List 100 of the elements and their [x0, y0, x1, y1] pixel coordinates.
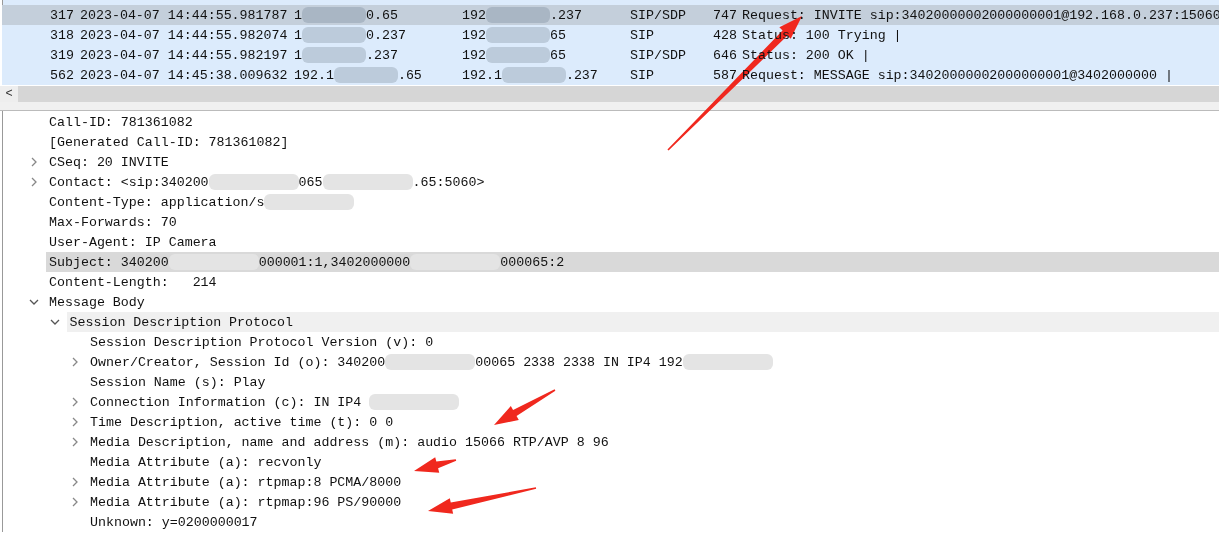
packet-info: Request: MESSAGE sip:34020000002000000001@3402000000 |	[741, 67, 1173, 83]
field-text: Owner/Creator, Session Id (o): 340200	[90, 354, 386, 370]
packet-time: 2023-04-07 14:44:55.982074	[80, 27, 288, 43]
address-text: 0.237	[366, 27, 406, 43]
tree-row[interactable]: Media Attribute (a): rtpmap:96 PS/90000	[87, 492, 1219, 512]
chevron-icon[interactable]	[70, 357, 80, 367]
tree-row[interactable]: Call-ID: 781361082	[46, 112, 1219, 132]
tree-row[interactable]: Media Description, name and address (m): audio 15066 RTP/AVP 8 96	[87, 432, 1219, 452]
packet-time: 2023-04-07 14:44:55.981787	[80, 7, 288, 23]
field-text: Time Description, active time (t): 0 0	[90, 414, 394, 430]
chevron-icon[interactable]	[49, 317, 60, 327]
address-text: 192	[462, 27, 486, 43]
field-text: CSeq: 20 INVITE	[49, 154, 169, 170]
tree-row[interactable]: Session Name (s): Play	[87, 372, 1219, 392]
tree-row[interactable]: [Generated Call-ID: 781361082]	[46, 132, 1219, 152]
field-text: User-Agent: IP Camera	[49, 234, 217, 250]
chevron-icon[interactable]	[70, 477, 80, 487]
tree-row[interactable]: Owner/Creator, Session Id (o): 340200 00065 2338 2338 IN IP4 192	[87, 352, 1219, 372]
address-text: 192	[462, 7, 486, 23]
tree-row[interactable]: Content-Length: 214	[46, 272, 1219, 292]
packet-length: 646	[712, 47, 737, 63]
field-text: Message Body	[49, 294, 145, 310]
address-text: .237	[366, 47, 398, 63]
field-text: .65:5060>	[412, 174, 485, 190]
packet-time: 2023-04-07 14:45:38.009632	[80, 67, 288, 83]
packet-length: 428	[712, 27, 737, 43]
chevron-icon[interactable]	[29, 177, 39, 187]
address-text: 65	[549, 27, 566, 43]
chevron-icon[interactable]	[70, 497, 80, 507]
field-text: Call-ID: 781361082	[49, 114, 193, 130]
packet-length: 587	[712, 67, 737, 83]
field-text: Unknown: y=0200000017	[90, 514, 258, 530]
blurred-text	[485, 47, 550, 63]
packet-number: 318	[49, 27, 74, 43]
field-text: 000065:2	[500, 254, 565, 270]
field-text: Content-Type: application/s	[49, 194, 265, 210]
tree-row[interactable]: Media Attribute (a): recvonly	[87, 452, 1219, 472]
address-text: .237	[549, 7, 582, 23]
tree-row[interactable]: User-Agent: IP Camera	[46, 232, 1219, 252]
blurred-text	[501, 67, 566, 83]
tree-row[interactable]: CSeq: 20 INVITE	[46, 152, 1219, 172]
chevron-icon[interactable]	[70, 417, 80, 427]
field-text: 00065 2338 2338 IN IP4 192	[475, 354, 683, 370]
packet-number: 319	[49, 47, 74, 63]
field-text: Media Attribute (a): rtpmap:8 PCMA/8000	[90, 474, 402, 490]
address-text: .237	[565, 67, 598, 83]
packet-protocol: SIP	[630, 67, 654, 83]
field-text: 065	[298, 174, 323, 190]
packet-row[interactable]: 562 2023-04-07 14:45:38.009632 192.1 .65 192.1 .237 SIP 587 Request: MESSAGE sip:34020000002000000001@3402000000 |	[2, 65, 1219, 85]
chevron-icon[interactable]	[70, 397, 80, 407]
address-text: 1	[294, 7, 302, 23]
packet-protocol: SIP/SDP	[630, 7, 686, 23]
tree-row[interactable]: Session Description Protocol Version (v): 0	[87, 332, 1219, 352]
tree-row[interactable]: Message Body	[46, 292, 1219, 312]
chevron-icon[interactable]	[29, 157, 39, 167]
field-text: Session Description Protocol	[69, 314, 293, 330]
tree-row[interactable]: Max-Forwards: 70	[46, 212, 1219, 232]
field-text: Content-Length: 214	[49, 274, 217, 290]
tree-row[interactable]: Time Description, active time (t): 0 0	[87, 412, 1219, 432]
blurred-text	[485, 27, 550, 43]
packet-protocol: SIP	[630, 27, 654, 43]
address-text: .65	[397, 67, 422, 83]
packet-number: 317	[49, 7, 74, 23]
horizontal-scrollbar[interactable]: <	[0, 86, 1219, 102]
tree-row[interactable]: Media Attribute (a): rtpmap:8 PCMA/8000	[87, 472, 1219, 492]
chevron-icon[interactable]	[29, 297, 39, 307]
field-text: Subject: 340200	[49, 254, 169, 270]
field-text: Media Attribute (a): rtpmap:96 PS/90000	[90, 494, 402, 510]
blurred-text	[302, 7, 366, 23]
field-text: Media Description, name and address (m): audio 15066 RTP/AVP 8 96	[90, 434, 609, 450]
address-text: 192.1	[462, 67, 502, 83]
packet-protocol: SIP/SDP	[630, 47, 686, 63]
field-text: [Generated Call-ID: 781361082]	[49, 134, 289, 150]
tree-row[interactable]: Content-Type: application/s	[46, 192, 1219, 212]
address-text: 0.65	[366, 7, 398, 23]
tree-row[interactable]: Unknown: y=0200000017	[87, 512, 1219, 532]
field-text: Session Description Protocol Version (v): 0	[90, 334, 434, 350]
field-text: Connection Information (c): IN IP4	[90, 394, 363, 410]
blurred-text	[302, 47, 366, 63]
field-text: 000001:1,3402000000	[258, 254, 411, 270]
tree-row[interactable]: Subject: 340200 000001:1,3402000000 000065:2	[46, 252, 1219, 272]
field-text: Contact: <sip:340200	[49, 174, 209, 190]
field-text: Session Name (s): Play	[90, 374, 266, 390]
packet-length: 747	[712, 7, 737, 23]
tree-row[interactable]: Contact: <sip:340200 065 .65:5060>	[46, 172, 1219, 192]
blurred-text	[333, 67, 398, 83]
chevron-icon[interactable]	[70, 437, 80, 447]
tree-row[interactable]: Session Description Protocol	[66, 312, 1219, 332]
packet-time: 2023-04-07 14:44:55.982197	[80, 47, 288, 63]
address-text: 1	[294, 27, 302, 43]
address-text: 192.1	[294, 67, 334, 83]
field-text: Media Attribute (a): recvonly	[90, 454, 322, 470]
address-text: 192	[462, 47, 486, 63]
tree-row[interactable]: Connection Information (c): IN IP4	[87, 392, 1219, 412]
address-text: 65	[549, 47, 566, 63]
scroll-left-button[interactable]: <	[0, 86, 18, 102]
annotation-arrow	[414, 457, 457, 473]
packet-number: 562	[49, 67, 74, 83]
blurred-text	[485, 7, 550, 23]
blurred-text	[302, 27, 366, 43]
